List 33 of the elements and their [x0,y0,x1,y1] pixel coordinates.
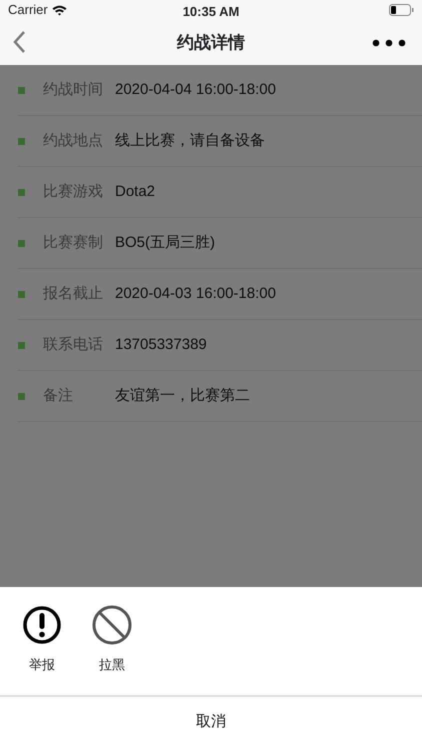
field-label: 比赛游戏 [43,182,104,202]
field-label: 约战地点 [43,130,104,151]
warning-icon [22,605,62,645]
block-icon [92,605,132,645]
bullet-icon [18,86,25,94]
bullet-icon [18,342,25,348]
field-label: 联系电话 [43,334,104,355]
bullet-icon [18,290,25,298]
back-icon[interactable] [13,31,26,53]
page-title: 约战详情 [177,32,245,54]
field-value: 2020-04-03 16:00-18:00 [115,284,276,304]
field-label: 备注 [43,386,74,406]
bullet-icon [18,138,25,144]
field-value: 13705337389 [115,334,207,355]
field-label: 比赛赛制 [43,232,104,253]
field-value: Dota2 [115,182,156,202]
bullet-icon [18,392,25,400]
field-label: 报名截止 [43,284,104,304]
battery-icon [389,4,414,16]
field-label: 约战时间 [43,80,104,100]
field-value: BO5(五局三胜) [115,232,216,253]
action-button[interactable]: 拉黑 [84,605,140,695]
field-value: 友谊第一，比赛第二 [115,386,250,406]
cancel-button[interactable]: 取消 [0,697,422,748]
bullet-icon [18,240,25,246]
action-button[interactable]: 举报 [14,605,70,695]
clock-text: 10:35 AM [182,3,240,21]
more-icon[interactable] [372,39,406,47]
field-value: 线上比赛，请自备设备 [115,130,265,151]
wifi-icon [52,4,67,16]
carrier-text: Carrier [8,1,48,20]
bullet-icon [18,188,25,196]
field-value: 2020-04-04 16:00-18:00 [115,80,276,100]
